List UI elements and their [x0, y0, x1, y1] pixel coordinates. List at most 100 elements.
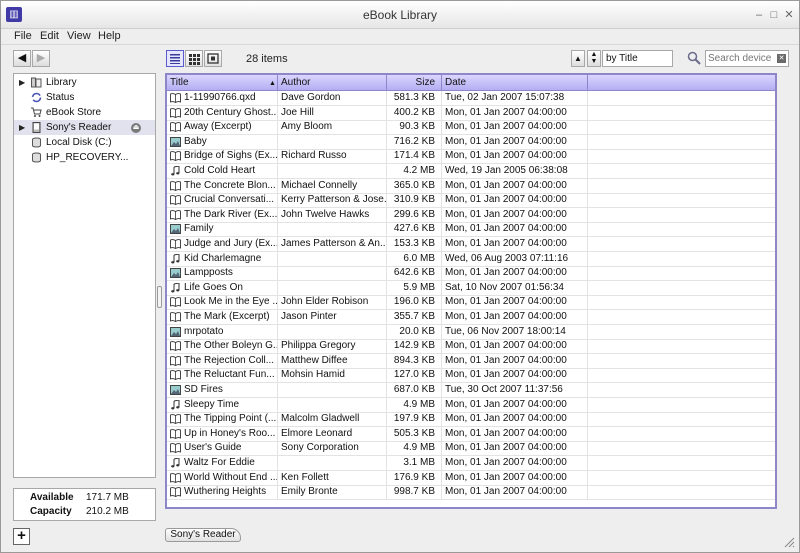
table-row[interactable]: Kid Charlemagne 6.0 MB Wed, 06 Aug 2003 07…: [167, 251, 775, 267]
table-row[interactable]: Waltz For Eddie 3.1 MB Mon, 01 Jan 2007 04…: [167, 456, 775, 471]
sort-stepper[interactable]: ▲ ▼: [587, 50, 601, 67]
cell-date: Wed, 06 Aug 2003 07:11:16: [442, 251, 588, 266]
table-row[interactable]: Look Me in the Eye ... John Elder Robison…: [167, 295, 775, 311]
maximize-icon[interactable]: □: [768, 9, 780, 21]
add-button[interactable]: +: [13, 528, 30, 545]
table-row[interactable]: The Other Boleyn G... Philippa Gregory 142…: [167, 339, 775, 355]
title-text: World Without End ...: [184, 471, 278, 483]
menu-view[interactable]: View: [67, 30, 91, 42]
cell-author: [278, 164, 387, 178]
column-header-empty: [588, 75, 775, 90]
splitter-handle[interactable]: [157, 286, 162, 308]
device-tab[interactable]: Sony's Reader: [165, 528, 241, 542]
table-row[interactable]: Lampposts 642.6 KB Mon, 01 Jan 2007 04:00:…: [167, 266, 775, 282]
book-icon: [170, 239, 181, 249]
table-row[interactable]: The Tipping Point (... Malcolm Gladwell 19…: [167, 412, 775, 428]
cell-title: Baby: [167, 134, 278, 149]
cell-title: The Dark River (Ex...: [167, 207, 278, 222]
table-row[interactable]: Baby 716.2 KB Mon, 01 Jan 2007 04:00:00: [167, 134, 775, 150]
sort-by-field[interactable]: by Title: [602, 50, 673, 67]
table-row[interactable]: Cold Cold Heart 4.2 MB Wed, 19 Jan 2005 06…: [167, 164, 775, 179]
cell-empty: [588, 339, 775, 353]
table-row[interactable]: Judge and Jury (Ex... James Patterson & A…: [167, 237, 775, 252]
minimize-icon[interactable]: –: [753, 9, 765, 21]
sidebar-item-ebook-store[interactable]: eBook Store: [14, 105, 155, 120]
column-header-size[interactable]: Size: [387, 75, 442, 90]
sidebar-item-status[interactable]: Status: [14, 90, 155, 105]
cell-empty: [588, 485, 775, 499]
table-row[interactable]: Life Goes On 5.9 MB Sat, 10 Nov 2007 01:56…: [167, 280, 775, 296]
table-row[interactable]: Family 427.6 KB Mon, 01 Jan 2007 04:00:00: [167, 222, 775, 238]
table-row[interactable]: 1-11990766.qxd Dave Gordon 581.3 KB Tue, 02…: [167, 91, 775, 106]
cell-size: 142.9 KB: [387, 339, 442, 354]
cell-author: [278, 383, 387, 397]
clear-search-icon[interactable]: ✕: [777, 54, 786, 63]
expand-arrow-icon[interactable]: ▶: [19, 75, 25, 90]
cell-author: Malcolm Gladwell: [278, 412, 387, 427]
table-row[interactable]: Away (Excerpt) Amy Bloom 90.3 KB Mon, 01 Ja…: [167, 120, 775, 136]
cell-size: 4.9 MB: [387, 397, 442, 412]
table-row[interactable]: Bridge of Sighs (Ex... Richard Russo 171.4…: [167, 149, 775, 165]
close-icon[interactable]: ✕: [783, 9, 795, 21]
cell-date: Mon, 01 Jan 2007 04:00:00: [442, 149, 588, 164]
sidebar-item-local-disk[interactable]: Local Disk (C:): [14, 135, 155, 150]
resize-grip-icon[interactable]: [783, 536, 795, 548]
table-row[interactable]: mrpotato 20.0 KB Tue, 06 Nov 2007 18:00:14: [167, 324, 775, 340]
cell-date: Mon, 01 Jan 2007 04:00:00: [442, 310, 588, 324]
sidebar-item-sonys-reader[interactable]: ▶ Sony's Reader ⏏: [14, 120, 155, 135]
eject-icon[interactable]: ⏏: [131, 123, 141, 133]
table-row[interactable]: 20th Century Ghost... Joe Hill 400.2 KB Mon…: [167, 105, 775, 121]
table-row[interactable]: SD Fires 687.0 KB Tue, 30 Oct 2007 11:37:5…: [167, 383, 775, 398]
cell-title: The Tipping Point (...: [167, 412, 278, 427]
table-row[interactable]: Crucial Conversati... Kerry Patterson & J…: [167, 193, 775, 209]
table-row[interactable]: Sleepy Time 4.9 MB Mon, 01 Jan 2007 04:00:…: [167, 397, 775, 413]
detail-view-button[interactable]: [204, 50, 222, 67]
table-row[interactable]: User's Guide Sony Corporation 4.9 MB Mon, 0…: [167, 441, 775, 457]
cell-size: 197.9 KB: [387, 412, 442, 427]
arrow-right-icon: ▶: [36, 52, 46, 64]
title-text: Up in Honey's Roo...: [184, 427, 276, 439]
menu-edit[interactable]: Edit: [40, 30, 59, 42]
column-header-date[interactable]: Date: [442, 75, 588, 90]
cover-view-icon: [207, 53, 219, 64]
thumbnail-view-button[interactable]: [185, 50, 203, 67]
cell-title: Life Goes On: [167, 280, 278, 295]
title-text: Lampposts: [184, 267, 233, 279]
cell-title: The Concrete Blon...: [167, 178, 278, 193]
cell-size: 3.1 MB: [387, 456, 442, 470]
table-row[interactable]: The Dark River (Ex... John Twelve Hawks 29…: [167, 207, 775, 223]
column-header-author[interactable]: Author: [278, 75, 387, 90]
book-icon: [170, 180, 181, 191]
cell-title: Cold Cold Heart: [167, 164, 278, 178]
sidebar-item-hp-recovery[interactable]: HP_RECOVERY...: [14, 150, 155, 165]
menu-file[interactable]: File: [14, 30, 32, 42]
table-row[interactable]: The Mark (Excerpt) Jason Pinter 355.7 KB Mo…: [167, 310, 775, 325]
sidebar-item-library[interactable]: ▶ Library: [14, 75, 155, 90]
column-header-title[interactable]: Title ▲: [167, 75, 278, 90]
cell-empty: [588, 281, 775, 295]
forward-button[interactable]: ▶: [32, 50, 50, 67]
sort-ascending-button[interactable]: ▲: [571, 50, 585, 67]
menu-help[interactable]: Help: [98, 30, 121, 42]
table-row[interactable]: Wuthering Heights Emily Bronte 998.7 KB Mon…: [167, 485, 775, 501]
picture-icon: [170, 136, 181, 147]
cell-empty: [588, 193, 775, 207]
cell-author: [278, 266, 387, 281]
cell-size: 427.6 KB: [387, 222, 442, 237]
cell-date: Mon, 01 Jan 2007 04:00:00: [442, 193, 588, 208]
column-header-label: Title: [170, 77, 189, 88]
cell-size: 171.4 KB: [387, 149, 442, 164]
title-text: User's Guide: [184, 442, 242, 454]
table-row[interactable]: The Reluctant Fun... Mohsin Hamid 127.0 KB…: [167, 368, 775, 384]
expand-arrow-icon[interactable]: ▶: [19, 120, 25, 135]
back-button[interactable]: ◀: [13, 50, 31, 67]
list-view-button[interactable]: [166, 50, 184, 67]
table-row[interactable]: World Without End ... Ken Follett 176.9 KB…: [167, 470, 775, 486]
cell-author: Amy Bloom: [278, 120, 387, 135]
table-row[interactable]: The Rejection Coll... Matthew Diffee 894.3…: [167, 353, 775, 369]
book-icon: [170, 122, 181, 133]
table-row[interactable]: Up in Honey's Roo... Elmore Leonard 505.3 …: [167, 426, 775, 442]
sidebar-item-label: Status: [46, 92, 75, 103]
cell-date: Tue, 06 Nov 2007 18:00:14: [442, 324, 588, 339]
table-row[interactable]: The Concrete Blon... Michael Connelly 365.…: [167, 178, 775, 194]
